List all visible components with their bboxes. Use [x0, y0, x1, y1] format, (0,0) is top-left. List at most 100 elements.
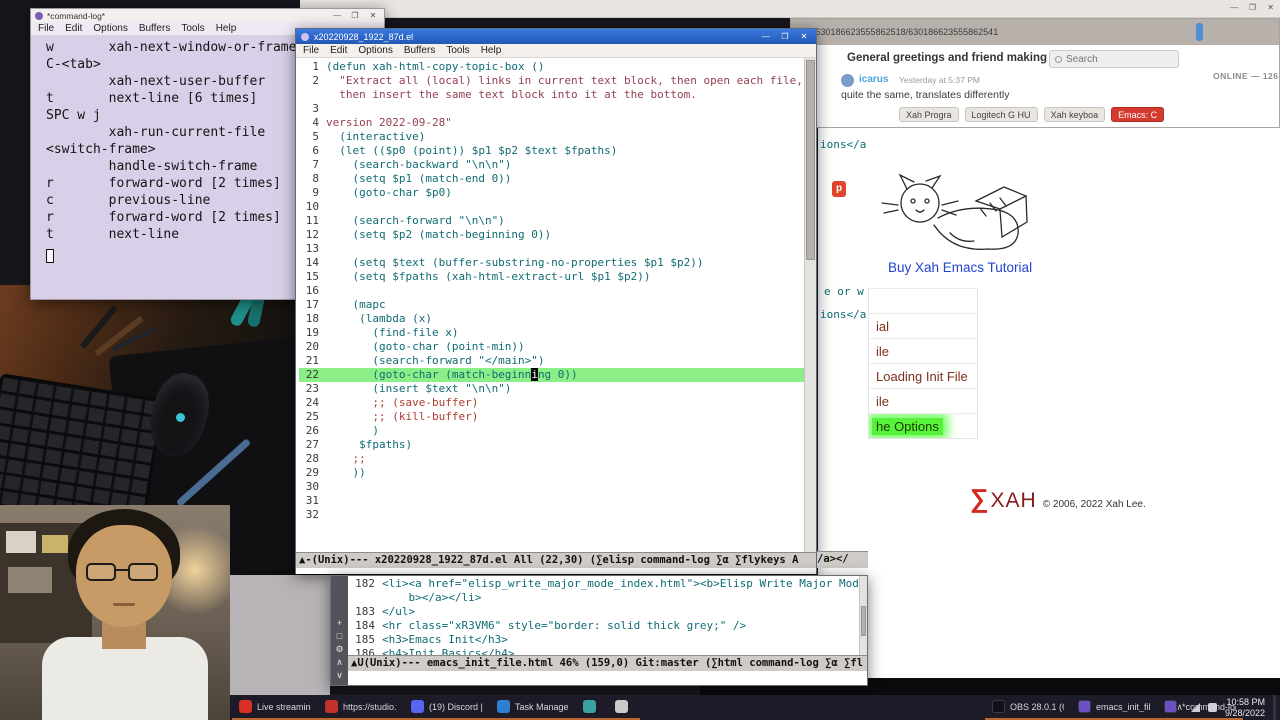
- elisp-buffer[interactable]: 1(defun xah-html-copy-topic-box () 2 "Ex…: [296, 58, 804, 552]
- code-line: 13: [299, 242, 804, 256]
- minimize-button[interactable]: —: [1230, 3, 1238, 12]
- line-number: 25: [299, 410, 319, 424]
- close-button[interactable]: ✕: [797, 32, 811, 41]
- code-line: 28 ;;: [299, 452, 804, 466]
- taskbar-button[interactable]: https://studio.you...: [318, 695, 404, 720]
- line-number: 23: [299, 382, 319, 396]
- line-number: 3: [299, 102, 319, 116]
- menu-item[interactable]: File: [38, 23, 54, 34]
- minimize-button[interactable]: —: [330, 11, 344, 20]
- scrollbar-thumb[interactable]: [806, 60, 815, 260]
- toolbar-icon[interactable]: □: [337, 631, 342, 641]
- menu-item[interactable]: Options: [93, 23, 127, 34]
- clock-time: 10:58 PM: [1225, 697, 1265, 708]
- emacs-titlebar[interactable]: x20220928_1922_87d.el — ❐ ✕: [296, 29, 816, 44]
- volume-icon[interactable]: [1208, 703, 1217, 712]
- chat-url: ...s/630186623555862518/6301866235558625…: [801, 27, 998, 37]
- taskbar-button[interactable]: Live streaming - Y...: [232, 695, 318, 720]
- patreon-badge[interactable]: p: [832, 181, 846, 197]
- editor-scrollbar[interactable]: [859, 576, 867, 655]
- html-buffer[interactable]: 182<li><a href="elisp_write_major_mode_i…: [348, 576, 859, 655]
- line-number: 2: [299, 74, 319, 88]
- code-line: 23 (insert $text "\n\n"): [299, 382, 804, 396]
- menu-item[interactable]: Edit: [330, 45, 347, 56]
- toolbar-icon[interactable]: ∨: [336, 670, 343, 680]
- maximize-button[interactable]: ❐: [778, 32, 792, 41]
- code-line: 8 (setq $p1 (match-end 0)): [299, 172, 804, 186]
- code-text: (find-file x): [326, 326, 458, 339]
- tab-chip[interactable]: Emacs: C: [1111, 107, 1164, 122]
- code-text: (search-backward "\n\n"): [326, 158, 511, 171]
- maximize-button[interactable]: ❐: [1249, 3, 1256, 12]
- taskbar-clock[interactable]: 10:58 PM 9/28/2022: [1225, 697, 1265, 719]
- tab-chip[interactable]: Xah keyboa: [1044, 107, 1106, 122]
- maximize-button[interactable]: ❐: [348, 11, 362, 20]
- menu-item[interactable]: Tools: [181, 23, 204, 34]
- tab-chip[interactable]: Logitech G HU: [965, 107, 1038, 122]
- site-nav-link[interactable]: ile: [869, 388, 977, 413]
- code-line: 1 (defun xah-html-copy-topic-box (): [299, 60, 804, 74]
- chat-titlebar[interactable]: ...s/630186623555862518/6301866235558625…: [791, 19, 1279, 45]
- command-log-titlebar[interactable]: *command-log* — ❐ ✕: [31, 9, 384, 22]
- menu-item[interactable]: Tools: [446, 45, 469, 56]
- code-text: (goto-char (point-min)): [326, 340, 525, 353]
- taskbar-button[interactable]: emacs_init_file.html: [1071, 695, 1157, 720]
- line-number: 1: [299, 60, 319, 74]
- buy-tutorial-link[interactable]: Buy Xah Emacs Tutorial: [888, 260, 1032, 275]
- system-tray: ∧ 10:58 PM 9/28/2022: [1176, 695, 1276, 720]
- code-line: 19 (find-file x): [299, 326, 804, 340]
- site-nav-link[interactable]: Loading Init File: [869, 363, 977, 388]
- menu-item[interactable]: Help: [216, 23, 237, 34]
- code-line: 22 (goto-char (match-beginning 0)): [299, 368, 804, 382]
- line-number: 7: [299, 158, 319, 172]
- desktop: — ❐ ✕ ...s/630186623555862518/6301866235…: [0, 0, 1280, 720]
- line-number: 27: [299, 438, 319, 452]
- side-toolbar: + □ ⚙ ∧ ∨: [331, 576, 348, 685]
- tray-chevron-icon[interactable]: ∧: [1176, 702, 1183, 713]
- minibuffer[interactable]: [296, 568, 816, 574]
- taskbar-button-label: (19) Discord | #ge...: [429, 702, 483, 712]
- taskbar-button[interactable]: Task Manager: [490, 695, 576, 720]
- taskbar-button[interactable]: (19) Discord | #ge...: [404, 695, 490, 720]
- search-input[interactable]: [1066, 54, 1156, 65]
- code-line: 15 (setq $fpaths (xah-html-extract-url $…: [299, 270, 804, 284]
- menu-item[interactable]: Buffers: [404, 45, 436, 56]
- menu-item[interactable]: Help: [481, 45, 502, 56]
- editor-scrollbar[interactable]: [804, 58, 816, 552]
- menu-item[interactable]: Buffers: [139, 23, 171, 34]
- emacs-modeline: ▲U(Unix)--- emacs_init_file.html 46% (15…: [348, 655, 867, 671]
- scrollbar-thumb[interactable]: [861, 606, 866, 636]
- site-nav-link[interactable]: ile: [869, 338, 977, 363]
- menu-item[interactable]: Options: [358, 45, 392, 56]
- code-text: (defun xah-html-copy-topic-box (): [326, 60, 545, 73]
- copyright-text: © 2006, 2022 Xah Lee.: [1043, 499, 1146, 510]
- code-text: <h4>Init Basics</h4>: [382, 647, 514, 655]
- site-nav-link[interactable]: he Options: [869, 413, 977, 438]
- taskbar-button-label: https://studio.you...: [343, 702, 397, 712]
- close-button[interactable]: ✕: [1267, 3, 1274, 12]
- code-line: 185<h3>Emacs Init</h3>: [351, 633, 859, 647]
- network-icon[interactable]: [1191, 703, 1200, 712]
- search-box[interactable]: [1049, 50, 1179, 68]
- toolbar-icon[interactable]: +: [337, 618, 342, 628]
- show-desktop-button[interactable]: [1273, 695, 1276, 720]
- app-icon: [325, 700, 338, 713]
- menu-item[interactable]: File: [303, 45, 319, 56]
- taskbar-button[interactable]: OBS 28.0.1 (64-bi...: [985, 695, 1071, 720]
- site-nav-link[interactable]: [869, 288, 977, 313]
- minimize-button[interactable]: —: [759, 32, 773, 41]
- toolbar-icon[interactable]: ∧: [336, 657, 343, 667]
- chat-username[interactable]: icarus: [859, 74, 888, 85]
- close-button[interactable]: ✕: [366, 11, 380, 20]
- tab-chip[interactable]: Xah Progra: [899, 107, 959, 122]
- chat-scrollbar-thumb[interactable]: [1196, 23, 1203, 41]
- code-text: <h3>Emacs Init</h3>: [382, 633, 508, 646]
- taskbar-button[interactable]: [576, 695, 608, 720]
- minibuffer[interactable]: [348, 671, 867, 685]
- toolbar-icon[interactable]: ⚙: [335, 644, 343, 654]
- site-nav-link[interactable]: ial: [869, 313, 977, 338]
- taskbar-button[interactable]: [608, 695, 640, 720]
- menu-item[interactable]: Edit: [65, 23, 82, 34]
- line-number: 17: [299, 298, 319, 312]
- line-number: 26: [299, 424, 319, 438]
